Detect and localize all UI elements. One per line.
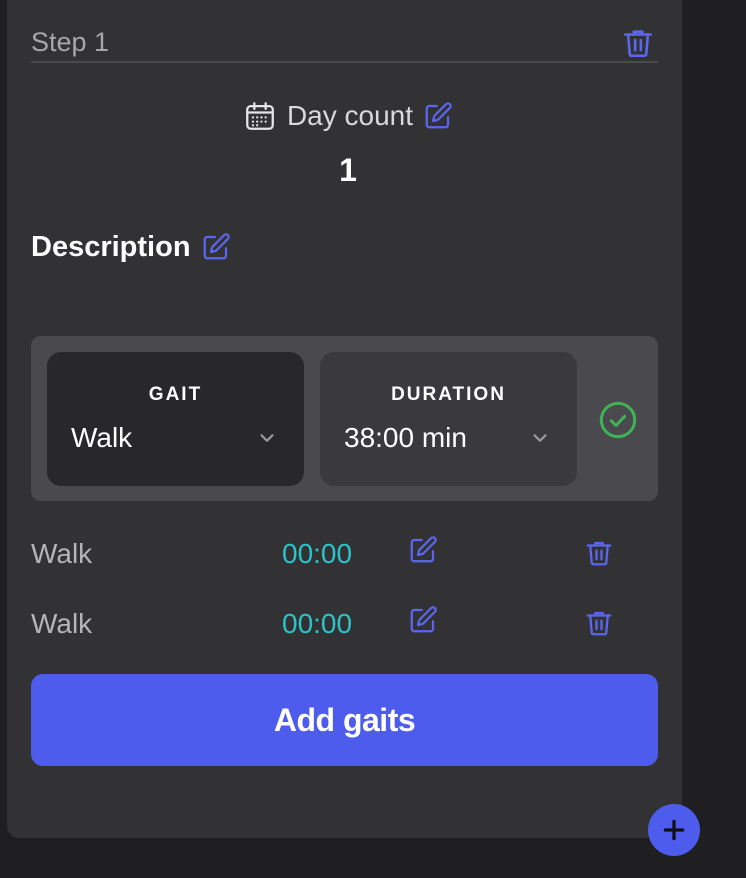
gait-item-name: Walk bbox=[31, 608, 93, 639]
step-title-field[interactable]: Step 1 bbox=[31, 22, 658, 63]
gait-select-label: GAIT bbox=[148, 384, 203, 405]
gait-select-value: Walk bbox=[71, 422, 133, 453]
calendar-icon bbox=[243, 99, 277, 133]
duration-select-value: 38:00 min bbox=[344, 422, 467, 453]
day-count-label: Day count bbox=[286, 100, 414, 131]
gait-select[interactable]: GAIT Walk bbox=[47, 352, 304, 486]
step-title: Step 1 bbox=[31, 27, 110, 57]
trash-icon[interactable] bbox=[584, 608, 614, 638]
gait-editor-panel: GAIT Walk DURATION 38:00 min bbox=[31, 336, 658, 501]
gait-list-item: Walk 00:00 bbox=[31, 600, 658, 650]
description-header: Description bbox=[31, 227, 231, 267]
gait-list-item: Walk 00:00 bbox=[31, 530, 658, 580]
duration-select-label: DURATION bbox=[391, 384, 506, 405]
edit-icon[interactable] bbox=[423, 101, 453, 131]
day-count-value: 1 bbox=[339, 152, 357, 188]
edit-icon[interactable] bbox=[408, 605, 438, 635]
trash-icon[interactable] bbox=[584, 538, 614, 568]
gait-item-name: Walk bbox=[31, 538, 93, 569]
gait-item-time: 00:00 bbox=[282, 538, 353, 569]
edit-icon[interactable] bbox=[408, 535, 438, 565]
trash-icon[interactable] bbox=[621, 26, 655, 60]
day-count-header: Day count bbox=[0, 96, 696, 136]
description-label: Description bbox=[31, 230, 191, 263]
plus-icon bbox=[661, 817, 687, 843]
add-gaits-button[interactable]: Add gaits bbox=[31, 674, 658, 766]
edit-icon[interactable] bbox=[201, 232, 231, 262]
add-step-button[interactable] bbox=[648, 804, 700, 856]
chevron-down-icon bbox=[256, 427, 278, 449]
gait-item-time: 00:00 bbox=[282, 608, 353, 639]
duration-select[interactable]: DURATION 38:00 min bbox=[320, 352, 577, 486]
check-circle-icon[interactable] bbox=[598, 400, 638, 440]
chevron-down-icon bbox=[529, 427, 551, 449]
